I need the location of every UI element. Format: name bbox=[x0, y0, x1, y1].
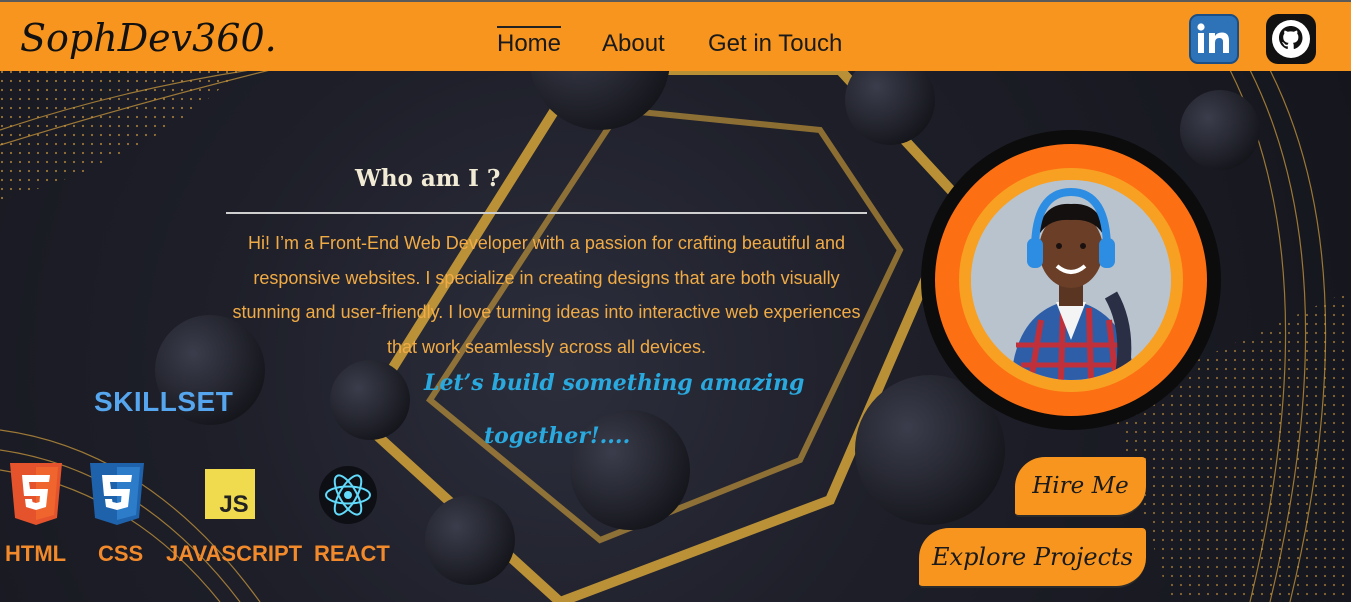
avatar bbox=[971, 180, 1171, 380]
skill-label-html: HTML bbox=[5, 541, 67, 566]
skill-label-javascript: JAVASCRIPT bbox=[166, 541, 303, 566]
tagline-line-1: Let’s build something amazing bbox=[424, 370, 805, 396]
javascript-icon: JS bbox=[205, 469, 255, 523]
nav-home[interactable]: Home bbox=[497, 26, 562, 58]
nav-about[interactable]: About bbox=[602, 30, 665, 58]
html5-icon bbox=[8, 463, 64, 529]
github-link[interactable] bbox=[1266, 14, 1316, 64]
profile-avatar-frame bbox=[921, 130, 1221, 430]
skill-label-react: REACT bbox=[314, 541, 390, 566]
svg-text:JS: JS bbox=[219, 491, 248, 518]
nav-get-in-touch[interactable]: Get in Touch bbox=[708, 30, 842, 58]
github-icon bbox=[1272, 20, 1310, 58]
skillset-title: SKILLSET bbox=[94, 386, 234, 417]
site-logo[interactable]: SophDev360. bbox=[20, 16, 277, 60]
about-text: Hi! I’m a Front-End Web Developer with a… bbox=[232, 233, 861, 357]
linkedin-icon bbox=[1197, 23, 1229, 53]
explore-projects-button[interactable]: Explore Projects bbox=[919, 528, 1146, 588]
about-divider bbox=[226, 212, 867, 214]
linkedin-link[interactable] bbox=[1189, 14, 1239, 64]
css3-icon bbox=[88, 463, 146, 529]
skill-label-css: CSS bbox=[98, 541, 144, 566]
about-heading: Who am I ? bbox=[355, 165, 501, 192]
hire-me-button[interactable]: Hire Me bbox=[1015, 457, 1146, 517]
navbar: SophDev360. Home About Get in Touch bbox=[0, 0, 1351, 71]
react-icon bbox=[318, 465, 378, 529]
tagline-line-2: together!.... bbox=[484, 423, 631, 449]
